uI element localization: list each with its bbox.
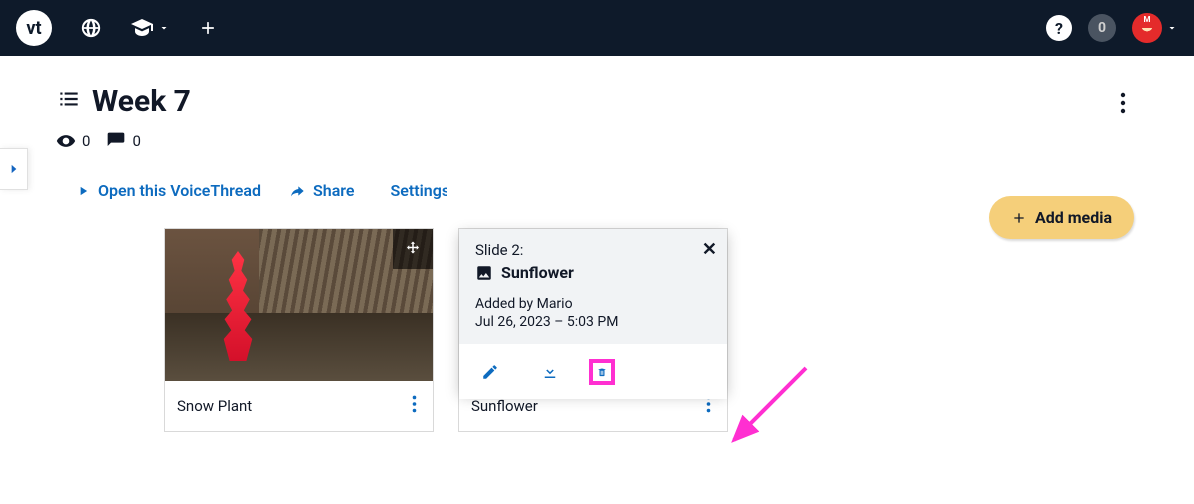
main-content: Week 7 0 0 Open this VoiceThread [0,56,1194,432]
download-icon[interactable] [537,359,563,385]
share-label: Share [313,181,355,200]
popover-actions [459,344,727,399]
views-count: 0 [82,132,90,150]
settings-label: Settings [391,181,447,200]
slide-popover: ✕ Slide 2: Sunflower Added by Mario Jul … [459,229,727,393]
close-icon[interactable]: ✕ [702,239,717,260]
settings-link[interactable]: Settings [383,181,447,200]
slides-grid: Snow Plant Sunflower ✕ Slide 2 [56,228,1134,432]
popover-slide-number: Slide 2: [475,241,711,259]
stats-row: 0 0 [56,131,191,151]
slide-card[interactable]: Sunflower ✕ Slide 2: Sunflower Added by … [458,228,728,432]
open-thread-link[interactable]: Open this VoiceThread [76,181,261,200]
add-media-button[interactable]: Add media [989,196,1134,239]
top-nav-right: ? 0 [1046,13,1178,43]
views-stat: 0 [56,131,90,151]
popover-header: ✕ Slide 2: Sunflower Added by Mario Jul … [459,229,727,344]
comments-stat: 0 [106,131,140,151]
logo[interactable]: vt [16,10,52,46]
slide-title: Snow Plant [177,397,252,415]
move-handle-icon[interactable] [393,229,433,269]
slide-title: Sunflower [471,397,538,415]
plus-icon[interactable] [198,18,218,38]
page-header: Week 7 0 0 [56,84,1134,151]
help-button[interactable]: ? [1046,15,1072,41]
open-thread-label: Open this VoiceThread [98,181,261,200]
notification-count[interactable]: 0 [1088,14,1116,42]
user-menu[interactable] [1132,13,1178,43]
avatar [1132,13,1162,43]
slide-footer: Snow Plant [165,381,433,431]
popover-title: Sunflower [501,263,574,282]
slide-more-menu[interactable] [408,391,421,421]
slide-card[interactable]: Snow Plant [164,228,434,432]
top-nav-left: vt [16,10,218,46]
share-link[interactable]: Share [289,181,355,200]
top-nav: vt ? 0 [0,0,1194,56]
popover-timestamp: Jul 26, 2023 – 5:03 PM [475,314,711,330]
add-media-label: Add media [1035,208,1112,227]
edit-icon[interactable] [477,359,503,385]
graduation-icon[interactable] [130,16,170,40]
popover-added-by: Added by Mario [475,296,711,312]
page-title: Week 7 [92,84,191,119]
actions-row: Open this VoiceThread Share Settings [56,181,1134,200]
title-row: Week 7 [56,84,191,119]
delete-icon[interactable] [589,359,615,385]
thread-icon [56,86,82,118]
slide-thumbnail [165,229,433,381]
page-more-menu[interactable] [1112,84,1134,126]
comments-count: 0 [132,132,140,150]
globe-icon[interactable] [80,17,102,39]
popover-title-row: Sunflower [475,263,711,282]
